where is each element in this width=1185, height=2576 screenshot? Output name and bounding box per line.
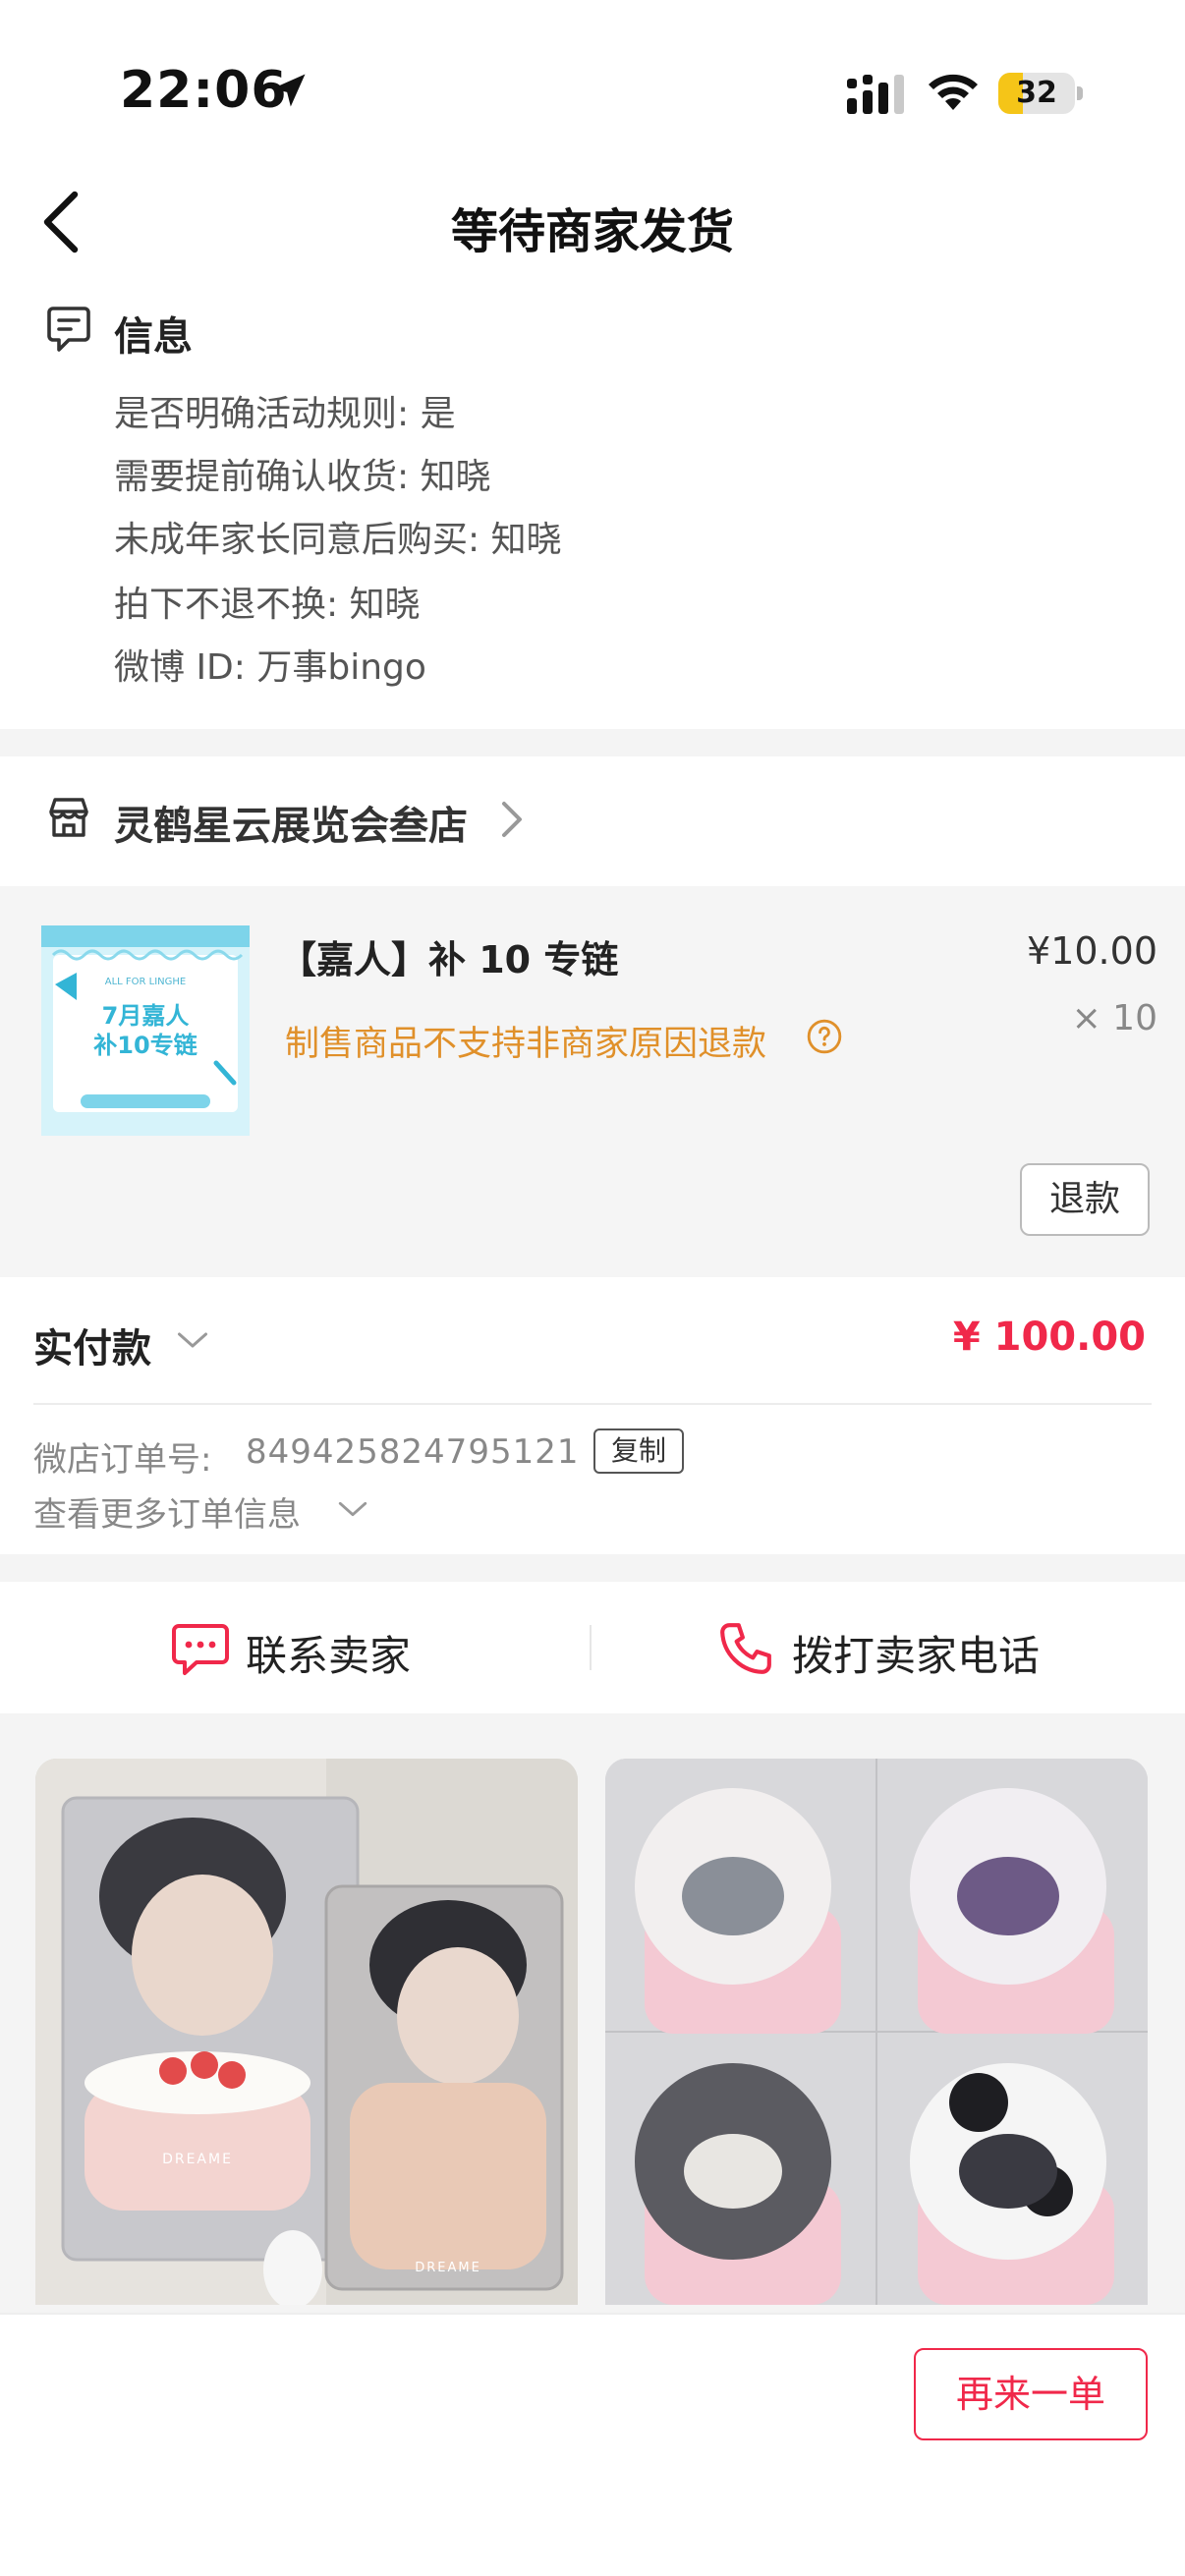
recommendation-card[interactable] xyxy=(605,1759,1148,2305)
info-line-rules: 是否明确活动规则: 是 xyxy=(114,394,456,434)
battery-icon: 32 xyxy=(998,73,1083,114)
signal-icon xyxy=(847,75,904,114)
chevron-right-icon[interactable] xyxy=(499,800,525,839)
status-time: 22:06 xyxy=(120,61,288,120)
section-divider xyxy=(0,729,1185,756)
refund-notice: 制售商品不支持非商家原因退款 xyxy=(285,1025,767,1064)
info-line-guardian: 未成年家长同意后购买: 知晓 xyxy=(114,520,562,560)
recommendation-image: DREAME DREAME xyxy=(35,1759,578,2305)
product-thumbnail-art: ALL FOR LINGHE 7月嘉人 补10专链 xyxy=(41,925,250,1136)
help-icon[interactable] xyxy=(806,1018,843,1055)
product-thumbnail[interactable]: ALL FOR LINGHE 7月嘉人 补10专链 xyxy=(41,925,250,1136)
order-number-label: 微店订单号: xyxy=(33,1440,212,1480)
battery-percent: 32 xyxy=(1016,76,1057,110)
phone-icon xyxy=(720,1623,771,1674)
wifi-icon xyxy=(929,74,978,110)
contact-seller-label: 联系卖家 xyxy=(246,1632,412,1680)
info-line-no-return: 拍下不退不换: 知晓 xyxy=(114,585,421,625)
info-icon xyxy=(47,307,90,352)
location-arrow-icon xyxy=(272,74,306,107)
contact-seller-button[interactable]: 联系卖家 xyxy=(167,1611,452,1690)
thumb-top-text: ALL FOR LINGHE xyxy=(105,977,187,987)
info-line-confirm: 需要提前确认收货: 知晓 xyxy=(114,457,491,497)
call-seller-label: 拨打卖家电话 xyxy=(792,1632,1041,1680)
card2-brand: DREAME xyxy=(415,2261,481,2275)
store-name[interactable]: 灵鹤星云展览会叁店 xyxy=(114,794,468,851)
more-order-info-link[interactable]: 查看更多订单信息 xyxy=(33,1487,301,1536)
paid-label[interactable]: 实付款 xyxy=(33,1316,151,1373)
product-name[interactable]: 【嘉人】补 10 专链 xyxy=(279,929,618,983)
reorder-button[interactable]: 再来一单 xyxy=(914,2348,1148,2440)
info-line-weibo: 微博 ID: 万事bingo xyxy=(114,647,426,688)
call-seller-button[interactable]: 拨打卖家电话 xyxy=(717,1611,1071,1690)
order-number-value: 849425824795121 xyxy=(246,1432,580,1472)
copy-button[interactable]: 复制 xyxy=(593,1428,684,1474)
status-bar: 22:06 32 xyxy=(0,0,1185,147)
thumb-line2: 补10专链 xyxy=(93,1032,198,1059)
info-heading: 信息 xyxy=(114,314,193,360)
product-price: ¥10.00 xyxy=(1027,929,1157,973)
recommendation-image xyxy=(605,1759,1148,2305)
chevron-down-icon[interactable] xyxy=(336,1497,369,1521)
store-icon xyxy=(49,798,88,837)
recommendation-card[interactable]: DREAME DREAME xyxy=(35,1759,578,2305)
divider xyxy=(33,1403,1152,1405)
thumb-line1: 7月嘉人 xyxy=(102,1002,190,1030)
chat-icon xyxy=(172,1624,229,1675)
page-title: 等待商家发货 xyxy=(450,204,734,259)
product-quantity: × 10 xyxy=(1071,998,1157,1038)
card1-brand: DREAME xyxy=(162,2152,233,2167)
chevron-down-icon[interactable] xyxy=(175,1328,210,1352)
section-divider xyxy=(0,1554,1185,1582)
refund-button[interactable]: 退款 xyxy=(1020,1163,1150,1236)
divider xyxy=(590,1625,592,1670)
paid-amount: ¥ 100.00 xyxy=(952,1315,1146,1360)
